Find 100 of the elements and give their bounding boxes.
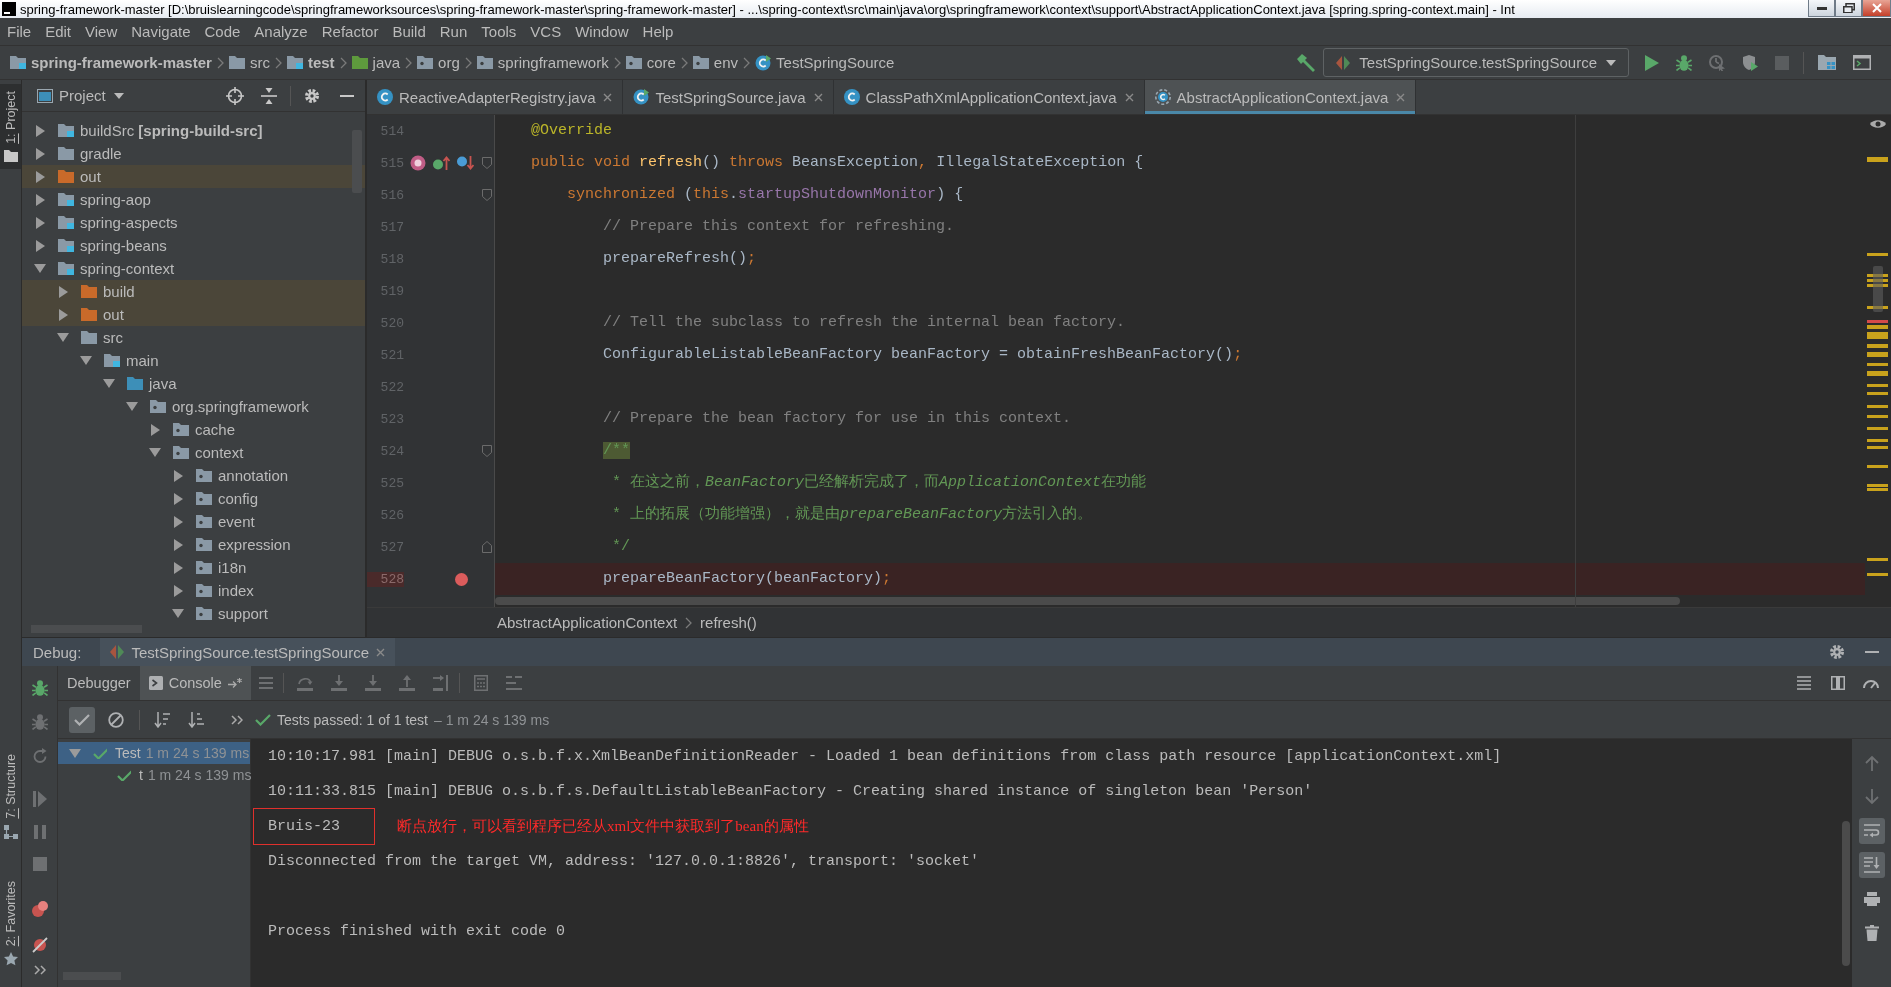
close-icon[interactable] bbox=[813, 92, 823, 102]
tree-item[interactable]: i18n bbox=[22, 556, 365, 579]
gear-icon[interactable] bbox=[304, 87, 320, 104]
close-icon[interactable] bbox=[376, 647, 385, 657]
breadcrumb[interactable]: core bbox=[625, 54, 676, 71]
eye-icon[interactable] bbox=[1870, 119, 1886, 129]
breadcrumb[interactable]: TestSpringSource bbox=[755, 54, 895, 71]
editor-tab[interactable]: TestSpringSource.java bbox=[623, 80, 834, 114]
stop-icon[interactable] bbox=[32, 857, 47, 871]
scroll-to-end-button[interactable] bbox=[1858, 852, 1885, 878]
tree-item[interactable]: support bbox=[22, 602, 365, 625]
bug-icon[interactable] bbox=[31, 680, 48, 696]
columns-icon[interactable] bbox=[1831, 676, 1845, 690]
collapsed-arrow-icon[interactable] bbox=[173, 492, 183, 505]
warning-marker[interactable] bbox=[1867, 573, 1888, 576]
warning-marker[interactable] bbox=[1867, 439, 1888, 442]
warning-marker[interactable] bbox=[1867, 558, 1888, 561]
expanded-arrow-icon[interactable] bbox=[103, 379, 115, 388]
step-into-icon[interactable] bbox=[364, 675, 381, 691]
bug-icon[interactable] bbox=[31, 714, 48, 730]
folder-grid-icon[interactable] bbox=[1818, 55, 1836, 70]
show-passed-button[interactable] bbox=[69, 706, 95, 733]
menu-item[interactable]: Window bbox=[568, 23, 636, 40]
scrollbar-thumb[interactable] bbox=[1873, 266, 1883, 312]
tree-item[interactable]: org.springframework bbox=[22, 395, 365, 418]
run-icon[interactable] bbox=[1645, 54, 1659, 71]
warning-marker[interactable] bbox=[1867, 325, 1888, 329]
collapsed-arrow-icon[interactable] bbox=[35, 239, 45, 252]
sort-icon[interactable] bbox=[188, 711, 204, 728]
warning-marker[interactable] bbox=[1867, 384, 1888, 387]
run-to-cursor-icon[interactable] bbox=[432, 675, 449, 691]
warning-marker[interactable] bbox=[1867, 371, 1888, 376]
collapsed-arrow-icon[interactable] bbox=[35, 124, 45, 137]
fold-marker-icon[interactable] bbox=[482, 445, 492, 457]
breadcrumb[interactable]: java bbox=[351, 54, 401, 71]
collapsed-arrow-icon[interactable] bbox=[173, 561, 183, 574]
menu-item[interactable]: Edit bbox=[38, 23, 79, 40]
warning-marker[interactable] bbox=[1867, 488, 1888, 491]
tree-item[interactable]: event bbox=[22, 510, 365, 533]
tool-window-button[interactable]: 2: Favorites bbox=[0, 873, 21, 973]
warning-marker[interactable] bbox=[1867, 284, 1888, 287]
collapsed-arrow-icon[interactable] bbox=[173, 538, 183, 551]
tree-item[interactable]: out bbox=[22, 303, 365, 326]
crosshair-icon[interactable] bbox=[226, 86, 244, 105]
expanded-arrow-icon[interactable] bbox=[34, 264, 46, 273]
menu-item[interactable]: VCS bbox=[523, 23, 569, 40]
minimize-icon[interactable] bbox=[340, 94, 354, 97]
close-icon[interactable] bbox=[603, 92, 613, 102]
warning-marker[interactable] bbox=[1867, 279, 1888, 282]
collapsed-arrow-icon[interactable] bbox=[35, 193, 45, 206]
warning-marker[interactable] bbox=[1867, 363, 1888, 366]
tree-item[interactable]: gradle bbox=[22, 142, 365, 165]
fold-marker-icon[interactable] bbox=[482, 189, 492, 201]
menu-item[interactable]: File bbox=[0, 23, 39, 40]
step-into-icon[interactable] bbox=[330, 675, 347, 691]
warning-marker[interactable] bbox=[1867, 465, 1888, 468]
breadcrumb[interactable]: src bbox=[228, 54, 270, 71]
menu-item[interactable]: Run bbox=[432, 23, 475, 40]
more-icon[interactable] bbox=[231, 714, 243, 725]
warning-marker[interactable] bbox=[1867, 274, 1888, 277]
tree-item[interactable]: build bbox=[22, 280, 365, 303]
expanded-arrow-icon[interactable] bbox=[80, 356, 92, 365]
collapsed-arrow-icon[interactable] bbox=[58, 285, 68, 298]
gear-icon[interactable] bbox=[1829, 644, 1845, 660]
soft-wrap-button[interactable] bbox=[1858, 818, 1885, 844]
tree-item[interactable]: main bbox=[22, 349, 365, 372]
menu-item[interactable]: View bbox=[78, 23, 125, 40]
warning-marker[interactable] bbox=[1867, 344, 1888, 348]
resume-icon[interactable] bbox=[32, 791, 47, 807]
expanded-arrow-icon[interactable] bbox=[172, 609, 184, 618]
breadcrumb[interactable]: refresh() bbox=[700, 614, 757, 631]
tree-item[interactable]: expression bbox=[22, 533, 365, 556]
collapsed-arrow-icon[interactable] bbox=[35, 170, 45, 183]
menu-item[interactable]: Refactor bbox=[314, 23, 386, 40]
refresh-icon[interactable] bbox=[31, 748, 48, 764]
pause-icon[interactable] bbox=[33, 825, 46, 839]
expanded-arrow-icon[interactable] bbox=[69, 748, 81, 758]
collapsed-arrow-icon[interactable] bbox=[35, 216, 45, 229]
tree-item[interactable]: annotation bbox=[22, 464, 365, 487]
breakpoint-icon[interactable] bbox=[455, 572, 468, 586]
debug-tab[interactable]: Debugger bbox=[58, 666, 140, 700]
warning-marker[interactable] bbox=[1867, 332, 1888, 339]
close-button[interactable] bbox=[1862, 0, 1891, 17]
expanded-arrow-icon[interactable] bbox=[126, 402, 138, 411]
warning-marker[interactable] bbox=[1867, 427, 1888, 430]
menu-item[interactable]: Tools bbox=[474, 23, 524, 40]
warning-marker[interactable] bbox=[1867, 253, 1888, 256]
expanded-arrow-icon[interactable] bbox=[57, 333, 69, 342]
close-icon[interactable] bbox=[1124, 92, 1134, 102]
collapsed-arrow-icon[interactable] bbox=[173, 469, 183, 482]
collapsed-arrow-icon[interactable] bbox=[173, 584, 183, 597]
editor-tab[interactable]: ReactiveAdapterRegistry.java bbox=[367, 80, 624, 114]
clock-cursor-icon[interactable] bbox=[1709, 54, 1725, 71]
breadcrumb[interactable]: env bbox=[692, 54, 739, 71]
breakpoints-icon[interactable] bbox=[31, 901, 48, 917]
test-item[interactable]: Test 1 m 24 s 139 ms bbox=[58, 742, 250, 764]
editor-tab[interactable]: AbstractApplicationContext.java bbox=[1144, 80, 1417, 114]
down-arrow-icon[interactable] bbox=[1864, 789, 1879, 805]
bug-icon[interactable] bbox=[1676, 54, 1692, 71]
tree-item[interactable]: buildSrc [spring-build-src] bbox=[22, 119, 365, 142]
